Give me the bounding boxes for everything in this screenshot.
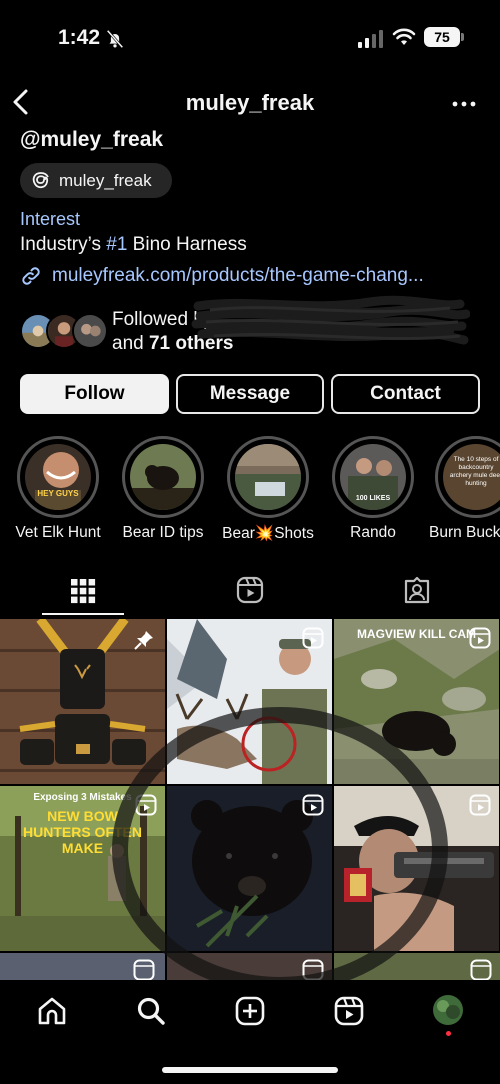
search-icon[interactable] <box>136 996 166 1026</box>
highlight-image <box>25 444 91 510</box>
highlight-vet-elk-hunt[interactable]: HEY GUYS <box>17 436 99 518</box>
message-button[interactable]: Message <box>176 374 324 414</box>
clock: 1:42 <box>58 26 101 49</box>
screen-glare-ring <box>112 707 448 993</box>
highlight-bear-shots[interactable] <box>227 436 309 518</box>
highlight-label: Rando <box>350 524 396 541</box>
avatar <box>72 313 108 349</box>
highlight-bear-id-tips[interactable] <box>122 436 204 518</box>
status-bar: 1:42 75 <box>0 0 500 70</box>
create-post-icon[interactable] <box>235 996 265 1026</box>
highlight-caption: The 10 steps of backcountry archery mule… <box>449 456 500 487</box>
silent-bell-icon <box>106 29 124 49</box>
home-indicator <box>162 1067 338 1073</box>
highlight-burn-buck[interactable]: The 10 steps of backcountry archery mule… <box>435 436 500 518</box>
more-options-icon[interactable] <box>452 100 476 108</box>
highlight-thumbnail: The 10 steps of backcountry archery mule… <box>443 444 500 510</box>
highlight-image <box>235 444 301 510</box>
highlight-thumbnail <box>130 444 196 510</box>
tab-tagged-icon[interactable] <box>403 576 431 604</box>
contact-button[interactable]: Contact <box>331 374 480 414</box>
link-icon <box>22 267 40 285</box>
notification-dot <box>446 1031 451 1036</box>
profile-handle: @muley_freak <box>20 128 164 151</box>
followed-by-and: and <box>112 333 149 354</box>
wifi-icon <box>392 28 416 45</box>
cellular-signal-icon <box>358 30 383 48</box>
bio-prefix: Industry’s <box>20 234 107 255</box>
battery-indicator: 75 <box>424 27 460 47</box>
highlight-label: Bear ID tips <box>122 524 204 541</box>
highlight-thumbnail <box>235 444 301 510</box>
profile-tabs <box>0 570 500 618</box>
threads-badge[interactable]: muley_freak <box>20 163 172 198</box>
profile-avatar-tab[interactable] <box>432 994 464 1026</box>
follow-button[interactable]: Follow <box>20 374 169 414</box>
bio-suffix: Bino Harness <box>127 234 247 255</box>
link-text: muleyfreak.com/products/the-game-chang..… <box>52 265 424 286</box>
mutual-followers-avatars[interactable] <box>20 313 108 353</box>
reel-indicator-icon <box>469 627 491 649</box>
highlight-thumbnail: 100 LIKES <box>340 444 406 510</box>
pinned-icon <box>134 631 153 650</box>
reel-indicator-icon <box>302 627 324 649</box>
profile-category: Interest <box>20 209 81 229</box>
threads-username: muley_freak <box>59 170 152 190</box>
highlight-label: Vet Elk Hunt <box>15 524 101 541</box>
highlight-label: Bear💥Shots <box>222 525 314 542</box>
profile-link[interactable]: muleyfreak.com/products/the-game-chang..… <box>20 265 480 287</box>
threads-icon <box>32 171 49 188</box>
highlight-rando[interactable]: 100 LIKES <box>332 436 414 518</box>
tab-grid-icon[interactable] <box>70 578 96 604</box>
highlight-image <box>130 444 196 510</box>
redaction-scribble <box>191 295 470 345</box>
page-title: muley_freak <box>185 90 315 115</box>
profile-bio: Industry’s #1 Bino Harness <box>20 234 247 256</box>
active-tab-indicator <box>42 613 124 615</box>
highlight-thumbnail: HEY GUYS <box>25 444 91 510</box>
home-icon[interactable] <box>37 996 67 1026</box>
highlight-caption: HEY GUYS <box>37 489 79 498</box>
reels-icon[interactable] <box>334 996 364 1026</box>
bio-hashtag[interactable]: #1 <box>106 234 127 255</box>
highlight-caption: 100 LIKES <box>355 495 391 502</box>
tab-reels-icon[interactable] <box>236 576 264 604</box>
battery-tip <box>461 33 464 41</box>
highlight-label: Burn Buck <box>429 524 500 541</box>
